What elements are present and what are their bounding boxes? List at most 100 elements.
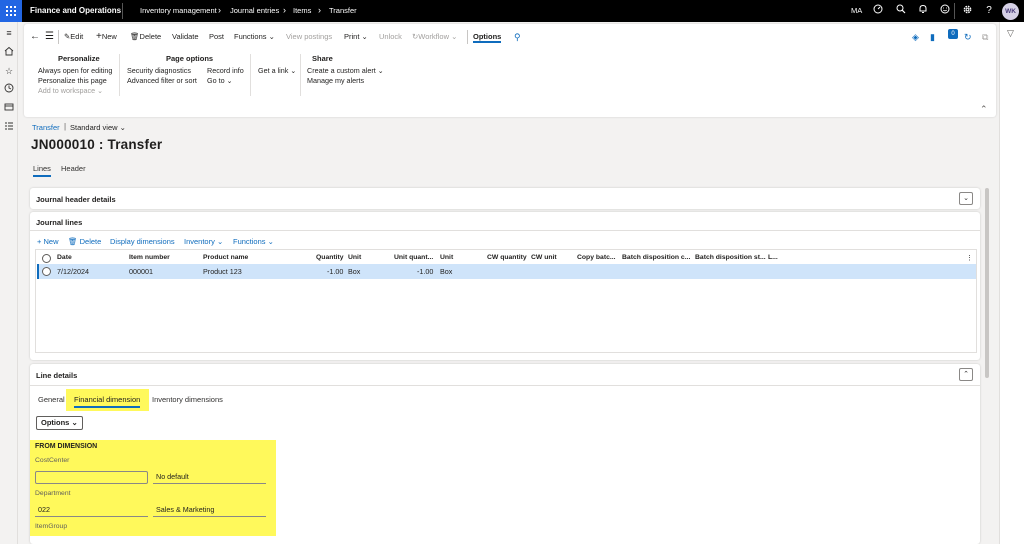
select-all-checkbox[interactable] [42,254,51,263]
expand-button[interactable]: ⌄ [959,192,973,205]
dashboard-icon[interactable] [871,4,885,18]
more-columns-icon[interactable]: ⋮ [966,254,973,262]
tab-inventory-dimensions[interactable]: Inventory dimensions [152,395,223,404]
column-header-unit[interactable]: Unit [348,254,361,261]
share-group-title: Share [312,54,333,63]
column-header-cw-quantity[interactable]: CW quantity [487,254,527,261]
column-header-cw-unit[interactable]: CW unit [531,254,557,261]
cell-quantity[interactable]: -1.00 [327,267,343,276]
gear-icon[interactable] [960,4,974,18]
always-open-for-editing-button[interactable]: Always open for editing [38,66,112,75]
cell-unit-2[interactable]: Box [440,267,452,276]
cell-product-name[interactable]: Product 123 [203,267,242,276]
cell-unit-quantity[interactable]: -1.00 [417,267,433,276]
star-icon[interactable]: ☆ [3,65,15,77]
back-arrow-icon[interactable]: ← [30,31,40,43]
trash-icon: 🗑 [68,237,78,246]
hamburger-icon[interactable]: ≡ [3,27,15,39]
breadcrumb-items[interactable]: Items [293,6,311,15]
company-picker[interactable]: MA [851,6,862,15]
table-row[interactable]: 7/12/2024 000001 Product 123 -1.00 Box -… [37,264,976,279]
validate-button[interactable]: Validate [172,31,199,43]
app-launcher-button[interactable] [0,0,22,22]
delete-button[interactable]: 🗑Delete [130,31,161,43]
vertical-scrollbar[interactable] [985,188,989,378]
options-dropdown[interactable]: Options ⌄ [36,416,83,430]
go-to-menu[interactable]: Go to ⌄ [207,76,233,85]
new-line-button[interactable]: + New [37,237,59,246]
list-icon[interactable]: ☰ [45,31,54,43]
refresh-icon[interactable]: ↻ [964,31,972,43]
post-button[interactable]: Post [209,31,224,43]
office-icon[interactable]: ▮ [930,31,935,43]
home-icon[interactable] [3,46,15,58]
app-name[interactable]: Finance and Operations [30,6,121,15]
cell-item-number[interactable]: 000001 [129,267,153,276]
modules-icon[interactable] [3,121,15,133]
diamond-icon[interactable]: ◈ [912,31,919,43]
workspaces-icon[interactable] [3,102,15,114]
functions-menu[interactable]: Functions ⌄ [233,237,274,246]
chevron-down-icon: ⌄ [361,32,368,41]
breadcrumb-inventory-management[interactable]: Inventory management [140,6,217,15]
breadcrumb-journal-entries[interactable]: Journal entries [230,6,279,15]
column-header-copy-batch[interactable]: Copy batc... [577,254,616,261]
column-header-product-name[interactable]: Product name [203,254,248,261]
breadcrumb-transfer[interactable]: Transfer [329,6,357,15]
tab-lines[interactable]: Lines [33,164,51,177]
divider [30,230,980,231]
new-button[interactable]: +New [96,31,117,43]
advanced-filter-button[interactable]: Advanced filter or sort [127,76,197,85]
security-diagnostics-button[interactable]: Security diagnostics [127,66,191,75]
options-tab[interactable]: Options [473,31,502,43]
view-postings-button[interactable]: View postings [286,31,332,43]
add-to-workspace-menu[interactable]: Add to workspace ⌄ [38,86,103,95]
cell-unit[interactable]: Box [348,267,360,276]
column-header-batch-disposition-status[interactable]: Batch disposition st... [695,254,766,261]
column-header-quantity[interactable]: Quantity [316,254,344,261]
column-header-unit-quantity[interactable]: Unit quant... [394,254,433,261]
smiley-icon[interactable] [938,4,952,18]
clock-icon[interactable] [3,83,15,95]
department-input[interactable]: 022 [35,504,148,517]
inventory-menu[interactable]: Inventory ⌄ [184,237,223,246]
cost-center-input[interactable] [35,471,148,484]
column-header-batch-disposition-code[interactable]: Batch disposition c... [622,254,690,261]
print-menu[interactable]: Print ⌄ [344,31,368,43]
column-header-date[interactable]: Date [57,254,72,261]
get-a-link-menu[interactable]: Get a link ⌄ [258,66,296,75]
collapse-button[interactable]: ⌃ [959,368,973,381]
tab-header[interactable]: Header [61,164,86,173]
functions-menu[interactable]: Functions ⌄ [234,31,275,43]
search-icon[interactable] [894,4,908,18]
breadcrumb-link[interactable]: Transfer [32,123,60,132]
edit-button[interactable]: ✎Edit [64,31,83,43]
divider: | [64,122,67,131]
column-header-item-number[interactable]: Item number [129,254,170,261]
cell-date[interactable]: 7/12/2024 [57,267,89,276]
record-info-button[interactable]: Record info [207,66,244,75]
tab-financial-dimension[interactable]: Financial dimension [74,395,141,408]
unlock-button[interactable]: Unlock [379,31,402,43]
row-select-radio[interactable] [42,267,51,276]
tab-general[interactable]: General [38,395,65,404]
delete-line-button[interactable]: 🗑 Delete [68,237,101,246]
workflow-menu[interactable]: ↻Workflow ⌄ [412,31,457,43]
search-icon[interactable]: ⚲ [514,31,521,43]
column-header-l[interactable]: L... [768,254,778,261]
manage-my-alerts-button[interactable]: Manage my alerts [307,76,364,85]
column-header-unit-2[interactable]: Unit [440,254,453,261]
display-dimensions-button[interactable]: Display dimensions [110,237,175,246]
attachments-badge[interactable]: 0 [948,29,958,39]
journal-header-details-section: Journal header details ⌄ [30,188,980,209]
filter-icon[interactable]: ▽ [1007,28,1014,39]
personalize-this-page-button[interactable]: Personalize this page [38,76,107,85]
create-custom-alert-menu[interactable]: Create a custom alert ⌄ [307,66,384,75]
collapse-ribbon-icon[interactable]: ⌃ [980,104,988,115]
avatar[interactable]: WK [1002,3,1019,20]
popout-icon[interactable]: ⧉ [982,31,988,43]
chevron-down-icon: ⌄ [97,86,104,95]
bell-icon[interactable] [916,4,930,18]
view-selector[interactable]: Standard view ⌄ [70,123,126,132]
help-icon[interactable]: ? [982,4,996,18]
